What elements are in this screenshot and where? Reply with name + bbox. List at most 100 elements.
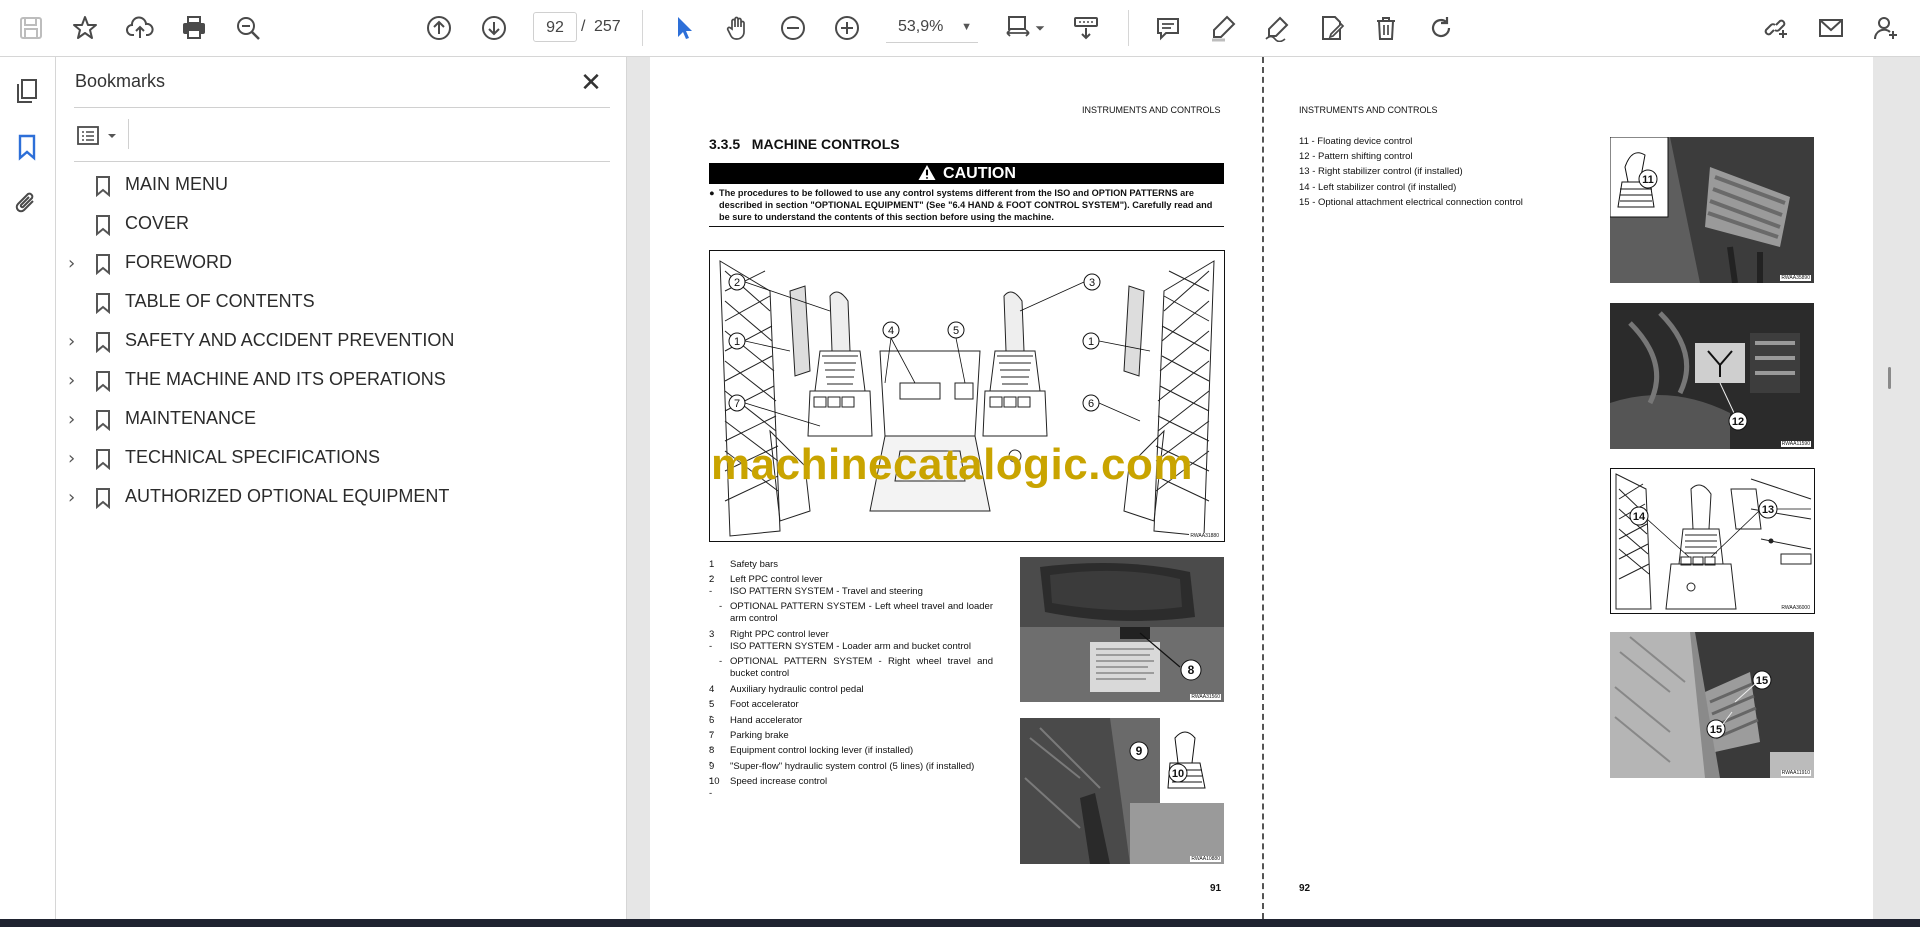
chevron-right-icon[interactable]: › [68, 370, 84, 391]
bookmark-icon [96, 293, 110, 314]
previous-page-icon[interactable] [421, 10, 457, 46]
caution-underline [709, 226, 1224, 227]
rotate-icon[interactable] [1423, 10, 1459, 46]
bookmark-icon [96, 176, 110, 197]
attachments-paperclip-icon[interactable] [12, 188, 42, 218]
zoom-out-icon[interactable] [775, 10, 811, 46]
figure-callout: 13 [1762, 504, 1774, 516]
list-number: 3 - [709, 629, 715, 652]
caution-title: CAUTION [943, 165, 1016, 182]
bullet-icon: ● [709, 188, 715, 198]
page-thumbnails-icon[interactable] [12, 76, 42, 106]
list-text: Foot accelerator [730, 699, 799, 710]
print-icon[interactable] [176, 10, 212, 46]
bookmark-item-machine-operations[interactable]: › THE MACHINE AND ITS OPERATIONS [56, 364, 616, 398]
photo-render: 9 10 [1020, 718, 1224, 864]
photo-callout: 15 [1756, 675, 1768, 687]
list-text: Parking brake [730, 730, 789, 741]
toolbar-divider [1128, 10, 1129, 46]
list-item: 14 - Left stabilizer control (if install… [1299, 182, 1457, 193]
list-number: - [719, 601, 723, 612]
photo-seat-lever: 8 RWAA31560 [1020, 557, 1224, 702]
email-icon[interactable] [1813, 10, 1849, 46]
bookmark-icon [96, 254, 110, 275]
list-text: Equipment control locking lever (if inst… [730, 745, 914, 756]
page-header: INSTRUMENTS AND CONTROLS [1082, 105, 1221, 115]
star-bookmark-icon[interactable] [67, 10, 103, 46]
chevron-right-icon[interactable]: › [68, 331, 84, 352]
bookmark-icon [96, 488, 110, 509]
caution-text: ● The procedures to be followed to use a… [709, 187, 1224, 223]
figure-callout: 14 [1633, 511, 1646, 523]
scrolling-mode-icon[interactable] [1068, 10, 1104, 46]
photo-floating-control: 11 RWAA35890 [1610, 137, 1814, 283]
photo-code: RWAA11910 [1780, 770, 1811, 776]
zoom-level-select[interactable]: 53,9% ▼ [886, 12, 978, 43]
figure-callout: 5 [953, 325, 959, 337]
photo-render: 8 [1020, 557, 1224, 702]
page-fit-dropdown-icon[interactable] [1028, 10, 1052, 46]
stabilizer-controls-drawing: 14 13 RWAA36000 [1610, 468, 1815, 614]
figure-code: RWAA36000 [1780, 605, 1811, 611]
bookmark-item-cover[interactable]: COVER [56, 208, 616, 242]
left-navigation-rail [0, 57, 56, 919]
bookmark-item-safety[interactable]: › SAFETY AND ACCIDENT PREVENTION [56, 325, 616, 359]
cloud-upload-icon[interactable] [122, 10, 158, 46]
photo-callout: 15 [1710, 724, 1722, 736]
share-link-icon[interactable] [1758, 10, 1794, 46]
bookmarks-panel-icon[interactable] [12, 132, 42, 162]
bookmark-options-button[interactable] [76, 121, 120, 151]
close-icon[interactable]: ✕ [576, 67, 606, 97]
photo-callout: 12 [1732, 416, 1744, 428]
watermark-text: machinecatalogic.com [711, 440, 1193, 489]
zoom-in-icon[interactable] [829, 10, 865, 46]
add-user-icon[interactable] [1868, 10, 1904, 46]
chevron-right-icon[interactable]: › [68, 409, 84, 430]
bookmark-item-optional-equipment[interactable]: › AUTHORIZED OPTIONAL EQUIPMENT [56, 481, 616, 515]
select-cursor-icon[interactable] [665, 10, 701, 46]
vertical-scrollbar[interactable] [1883, 57, 1897, 919]
photo-callout: 11 [1642, 174, 1654, 186]
chevron-right-icon[interactable]: › [68, 448, 84, 469]
list-number: - [719, 656, 723, 667]
highlight-pen-icon[interactable] [1205, 10, 1241, 46]
list-text: ISO PATTERN SYSTEM - Loader arm and buck… [730, 641, 971, 652]
photo-pattern-shift: 12 RWAA11590 [1610, 303, 1814, 449]
comment-icon[interactable] [1150, 10, 1186, 46]
bookmark-label: TABLE OF CONTENTS [125, 291, 315, 311]
chevron-right-icon[interactable]: › [68, 253, 84, 274]
bookmark-item-main-menu[interactable]: MAIN MENU [56, 169, 616, 203]
bookmark-item-table-of-contents[interactable]: TABLE OF CONTENTS [56, 286, 616, 320]
toolbar-divider [642, 10, 643, 46]
photo-electrical-connection: 15 15 RWAA11910 [1610, 632, 1814, 778]
scrollbar-thumb[interactable] [1888, 367, 1891, 389]
chevron-right-icon[interactable]: › [68, 487, 84, 508]
bookmark-item-foreword[interactable]: › FOREWORD [56, 247, 616, 281]
panel-divider [74, 107, 610, 108]
list-number: 10 - [709, 776, 720, 799]
chevron-down-icon: ▼ [961, 21, 972, 33]
photo-callout: 10 [1172, 768, 1184, 780]
list-item: 15 - Optional attachment electrical conn… [1299, 197, 1523, 208]
list-text: ISO PATTERN SYSTEM - Travel and steering [730, 586, 923, 597]
save-icon[interactable] [13, 10, 49, 46]
list-text: Speed increase control [730, 776, 828, 787]
figure-callout: 3 [1089, 277, 1095, 289]
bookmark-label: MAINTENANCE [125, 408, 257, 428]
edit-pdf-icon[interactable] [1314, 10, 1350, 46]
list-text: OPTIONAL PATTERN SYSTEM - Left wheel tra… [730, 601, 993, 624]
draw-signature-icon[interactable] [1259, 10, 1295, 46]
figure-callout: 2 [734, 277, 740, 289]
bookmark-item-technical-specifications[interactable]: › TECHNICAL SPECIFICATIONS [56, 442, 616, 476]
list-item: 12 - Pattern shifting control [1299, 151, 1413, 162]
photo-code: RWAA35890 [1780, 275, 1811, 281]
hand-tool-icon[interactable] [720, 10, 756, 46]
page-number-input[interactable]: 92 [533, 12, 577, 42]
list-item: 13 - Right stabilizer control (if instal… [1299, 166, 1463, 177]
zoom-search-icon[interactable] [230, 10, 266, 46]
drawing-render: 14 13 [1615, 473, 1812, 610]
delete-trash-icon[interactable] [1368, 10, 1404, 46]
figure-callout: 6 [1088, 398, 1094, 410]
next-page-icon[interactable] [476, 10, 512, 46]
bookmark-item-maintenance[interactable]: › MAINTENANCE [56, 403, 616, 437]
